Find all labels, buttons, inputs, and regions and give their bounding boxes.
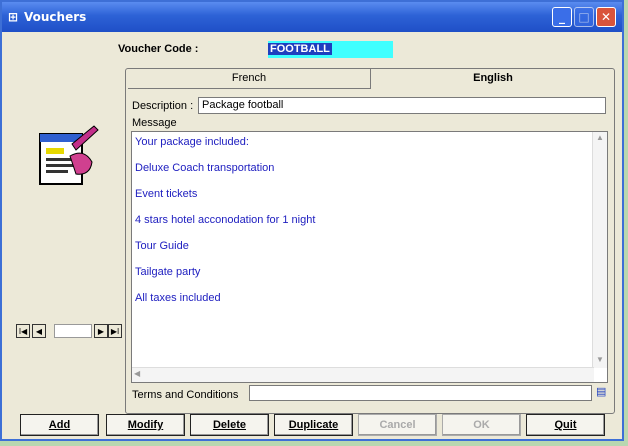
prev-record-button[interactable]: ◀ bbox=[32, 324, 46, 338]
message-horizontal-scrollbar[interactable]: ◀ bbox=[132, 367, 594, 382]
description-label: Description : bbox=[132, 100, 194, 112]
delete-button-label: Delete bbox=[212, 419, 247, 431]
window-title: Vouchers bbox=[24, 10, 87, 24]
next-record-button[interactable]: ▶ bbox=[94, 324, 108, 338]
maximize-button[interactable]: □ bbox=[574, 7, 594, 27]
voucher-illustration-icon bbox=[39, 125, 99, 185]
scroll-left-icon[interactable]: ◀ bbox=[134, 369, 140, 378]
terms-field[interactable] bbox=[249, 385, 592, 401]
record-position-field[interactable] bbox=[54, 324, 92, 338]
message-label: Message bbox=[132, 117, 177, 129]
delete-button[interactable]: Delete bbox=[190, 414, 269, 436]
tab-french[interactable]: French bbox=[128, 69, 371, 89]
ok-button-label: OK bbox=[473, 419, 490, 431]
close-button[interactable]: ✕ bbox=[596, 7, 616, 27]
message-lines: Your package included: Deluxe Coach tran… bbox=[135, 136, 315, 318]
terms-label: Terms and Conditions bbox=[132, 389, 239, 401]
cancel-button-label: Cancel bbox=[379, 419, 416, 431]
quit-button[interactable]: Quit bbox=[526, 414, 605, 436]
description-field[interactable]: Package football bbox=[198, 97, 606, 114]
scroll-down-icon[interactable]: ▼ bbox=[594, 355, 606, 367]
add-button-label: Add bbox=[48, 419, 71, 431]
voucher-code-value: FOOTBALL bbox=[268, 43, 332, 55]
message-line: All taxes included bbox=[135, 292, 221, 304]
message-line: Tailgate party bbox=[135, 266, 201, 278]
vouchers-window: ⊞ Vouchers _ □ ✕ Voucher Code : FOOTBALL… bbox=[0, 0, 624, 441]
maximize-icon: □ bbox=[578, 10, 590, 24]
duplicate-button-label: Duplicate bbox=[288, 419, 339, 431]
title-bar[interactable]: ⊞ Vouchers _ □ ✕ bbox=[2, 2, 622, 32]
voucher-code-label: Voucher Code : bbox=[118, 43, 199, 55]
cancel-button[interactable]: Cancel bbox=[358, 414, 437, 436]
message-line: Your package included: bbox=[135, 136, 249, 148]
message-vertical-scrollbar[interactable]: ▲ ▼ bbox=[592, 132, 607, 368]
first-record-button[interactable]: I◀ bbox=[16, 324, 30, 338]
ok-button[interactable]: OK bbox=[442, 414, 521, 436]
record-navigator: I◀ ◀ ▶ ▶I bbox=[16, 324, 122, 340]
message-line: Event tickets bbox=[135, 188, 198, 200]
modify-button-label: Modify bbox=[127, 419, 164, 431]
close-icon: ✕ bbox=[600, 10, 612, 24]
duplicate-button[interactable]: Duplicate bbox=[274, 414, 353, 436]
add-button[interactable]: Add bbox=[20, 414, 99, 436]
voucher-code-field[interactable]: FOOTBALL bbox=[268, 41, 393, 58]
terms-lookup-icon[interactable]: ▤ bbox=[596, 385, 610, 401]
message-line: Tour Guide bbox=[135, 240, 189, 252]
minimize-button[interactable]: _ bbox=[552, 7, 572, 27]
language-tab-panel: French English Description : Package foo… bbox=[125, 68, 615, 414]
quit-button-label: Quit bbox=[554, 419, 577, 431]
message-line: Deluxe Coach transportation bbox=[135, 162, 275, 174]
app-icon: ⊞ bbox=[8, 10, 19, 24]
modify-button[interactable]: Modify bbox=[106, 414, 185, 436]
message-textarea[interactable]: Your package included: Deluxe Coach tran… bbox=[131, 131, 608, 383]
minimize-icon: _ bbox=[559, 10, 565, 24]
last-record-button[interactable]: ▶I bbox=[108, 324, 122, 338]
tab-english[interactable]: English bbox=[373, 69, 613, 89]
message-line: 4 stars hotel acconodation for 1 night bbox=[135, 214, 316, 226]
scroll-up-icon[interactable]: ▲ bbox=[594, 133, 606, 145]
